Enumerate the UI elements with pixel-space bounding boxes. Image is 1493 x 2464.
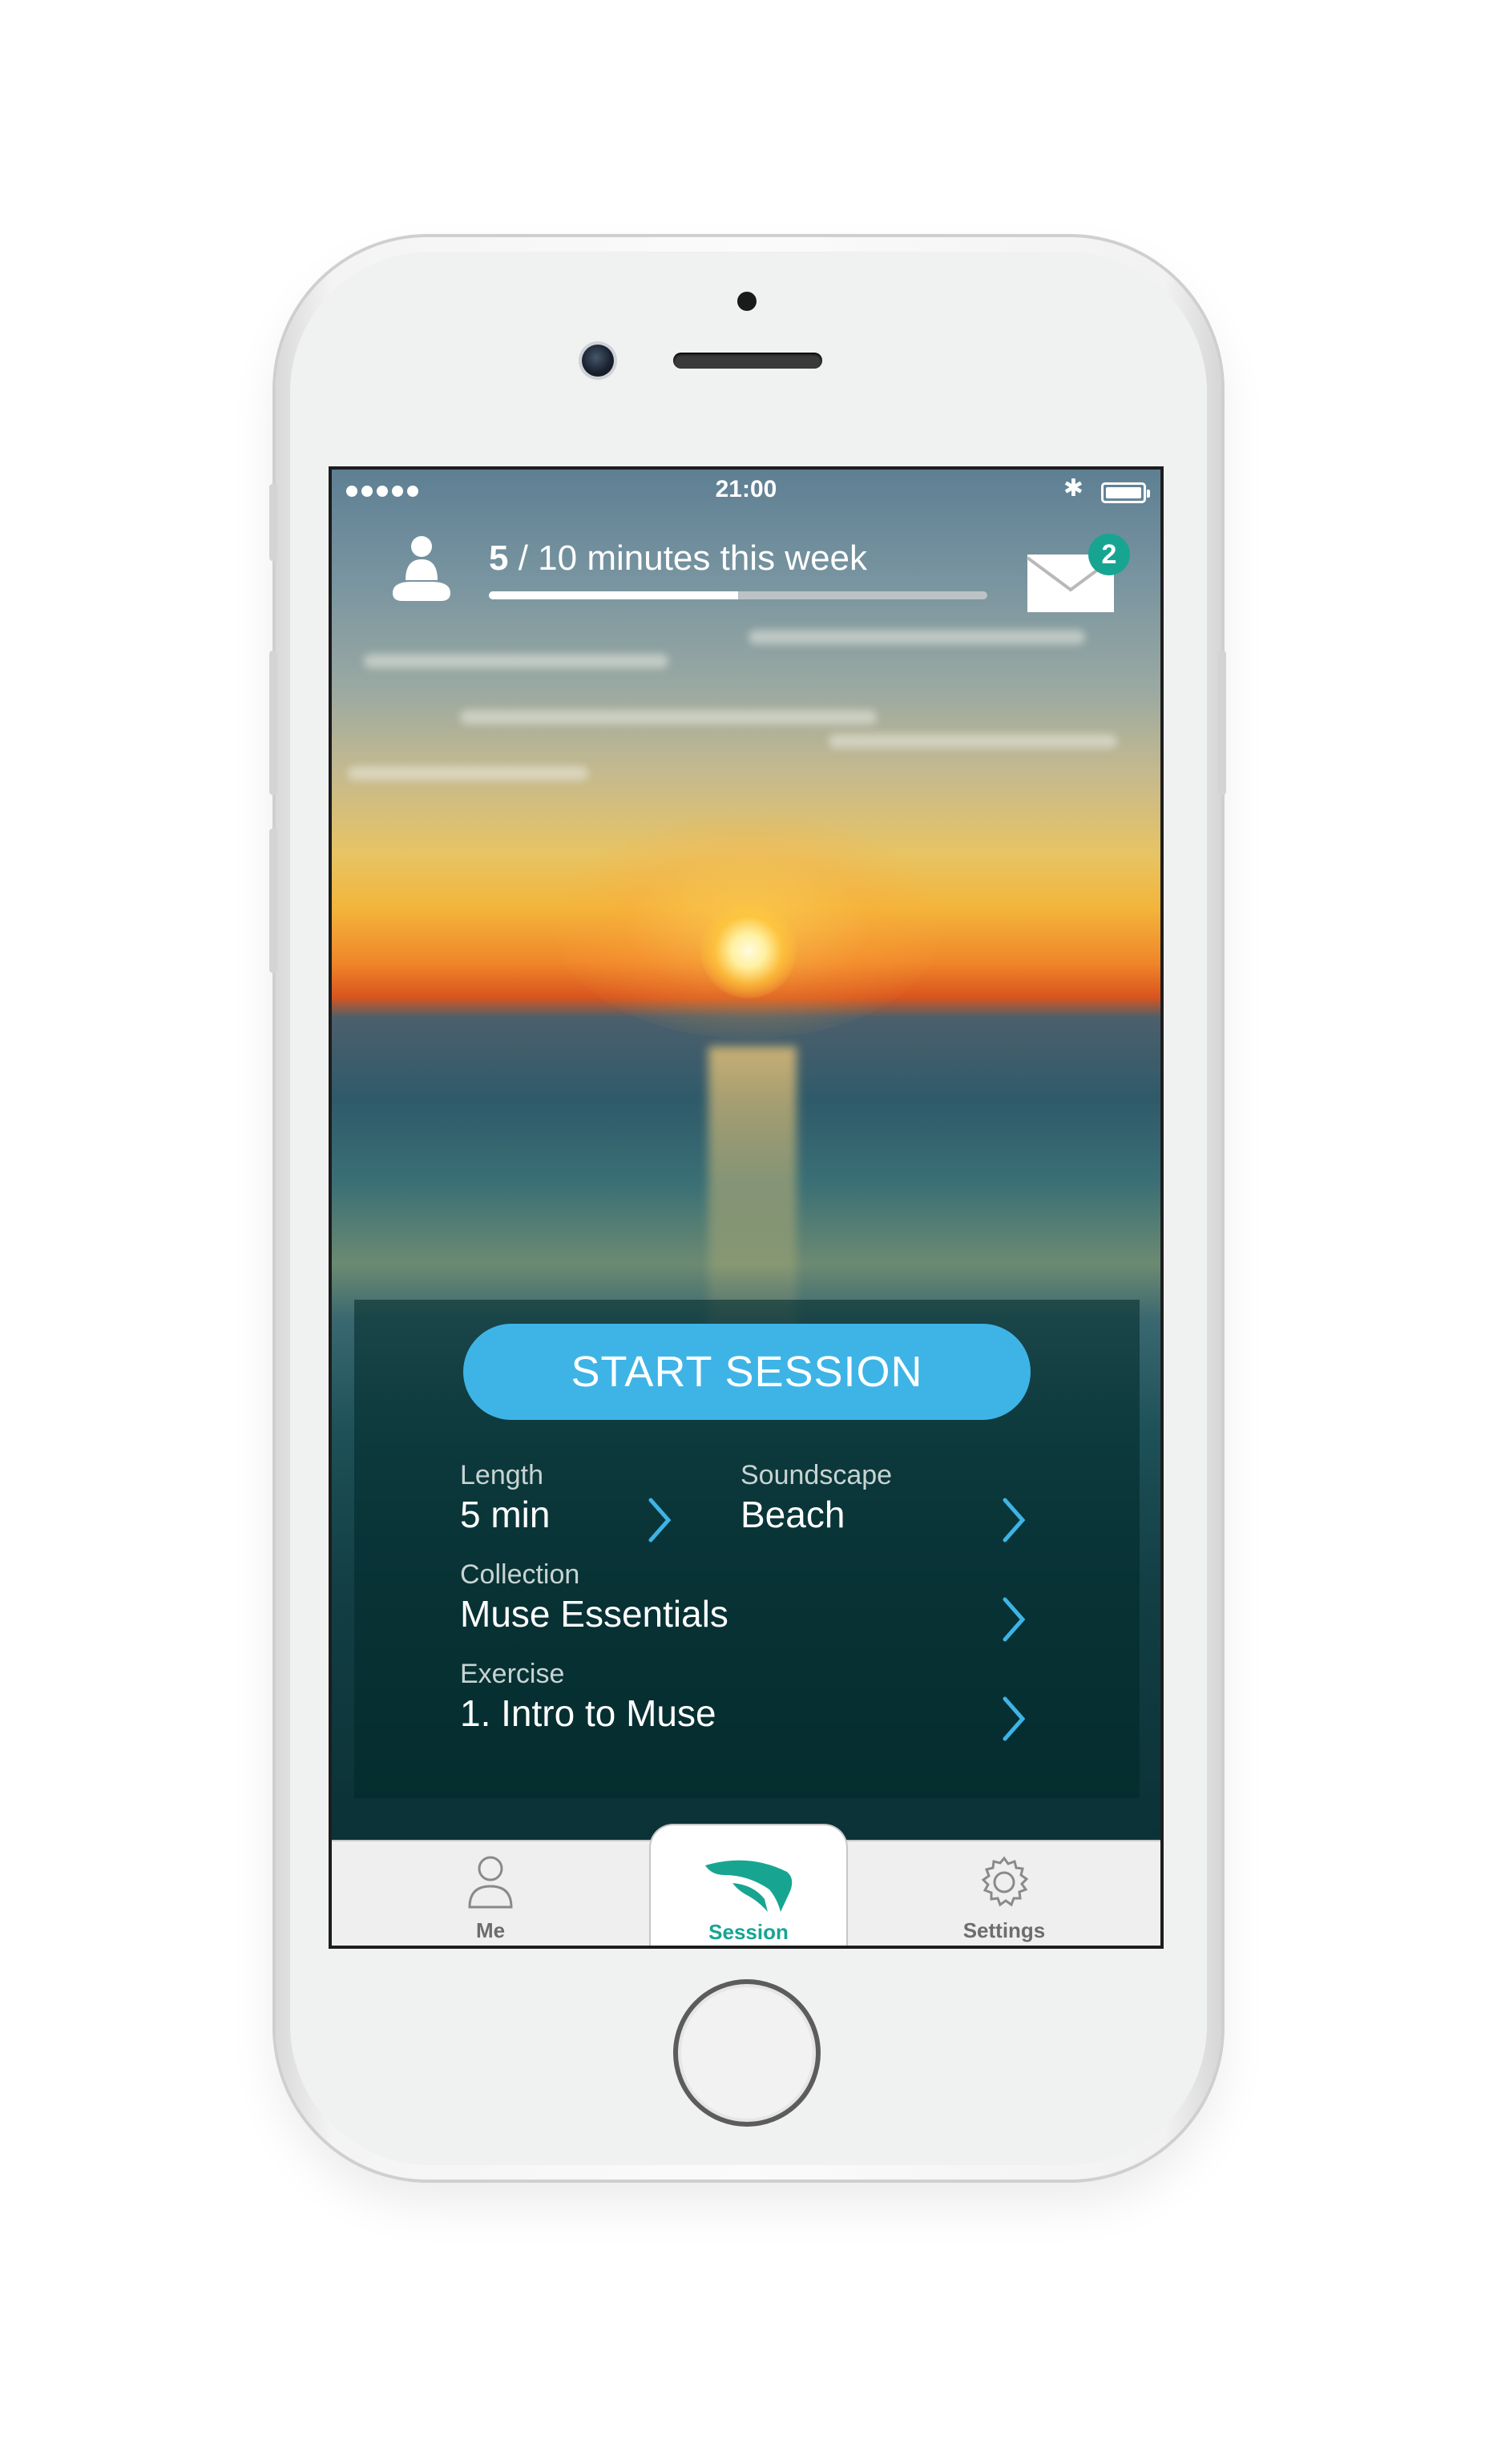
collection-label: Collection [460,1559,580,1590]
volume-down-button [269,829,277,973]
earpiece-speaker [673,353,822,369]
chevron-right-icon[interactable] [648,1497,672,1543]
soundscape-label: Soundscape [740,1460,893,1490]
length-label: Length [460,1460,543,1490]
meditator-icon[interactable] [388,534,455,606]
status-bar: 21:00 ✱ [332,470,1160,518]
tab-settings[interactable]: Settings [848,1841,1160,1946]
proximity-sensor [737,292,757,311]
progress-bar-fill [489,591,738,599]
tab-me-label: Me [475,1918,506,1942]
chevron-right-icon[interactable] [1002,1696,1026,1742]
soundscape-option[interactable]: Soundscape Beach [740,1460,892,1536]
soundscape-value: Beach [740,1494,845,1535]
session-options-panel: START SESSION Length 5 min Soundscape Be… [354,1300,1140,1798]
progress-text: 5 / 10 minutes this week [489,538,867,579]
tab-settings-label: Settings [962,1918,1046,1942]
length-option[interactable]: Length 5 min [460,1460,550,1536]
collection-value: Muse Essentials [460,1593,728,1635]
chevron-right-icon[interactable] [1002,1596,1026,1643]
collection-option[interactable]: Collection Muse Essentials [460,1559,728,1635]
progress-current: 5 [489,538,509,578]
cloud [749,630,1085,644]
tab-session[interactable]: Session [649,1824,848,1946]
cloud [348,766,588,780]
weekly-progress: 5 / 10 minutes this week 2 [332,534,1160,630]
gear-icon [981,1856,1029,1907]
length-value: 5 min [460,1494,551,1535]
sun [700,902,797,998]
tab-me[interactable]: Me [332,1841,649,1946]
cloud [460,710,877,724]
message-count-badge: 2 [1088,534,1130,575]
home-button[interactable] [673,1979,821,2127]
tab-bar: Me Session Settings [332,1824,1160,1946]
cloud [829,734,1117,748]
progress-goal: / 10 minutes this week [508,538,868,578]
chevron-right-icon[interactable] [1002,1497,1026,1543]
battery-icon [1101,482,1150,503]
power-button [1218,651,1226,795]
tab-session-label: Session [708,1920,789,1944]
start-session-button[interactable]: START SESSION [463,1324,1031,1420]
progress-bar [489,591,987,599]
status-time: 21:00 [715,476,777,502]
app-screen: 21:00 ✱ 5 / 10 minutes this week 2 START… [329,466,1164,1949]
cloud [364,654,668,668]
front-camera [582,345,614,377]
bluetooth-icon: ✱ [1063,475,1083,502]
exercise-value: 1. Intro to Muse [460,1692,716,1734]
exercise-option[interactable]: Exercise 1. Intro to Muse [460,1659,716,1735]
silent-switch [269,484,277,561]
person-icon [468,1856,513,1909]
volume-up-button [269,651,277,795]
muse-logo-icon [705,1860,793,1912]
exercise-label: Exercise [460,1659,565,1689]
